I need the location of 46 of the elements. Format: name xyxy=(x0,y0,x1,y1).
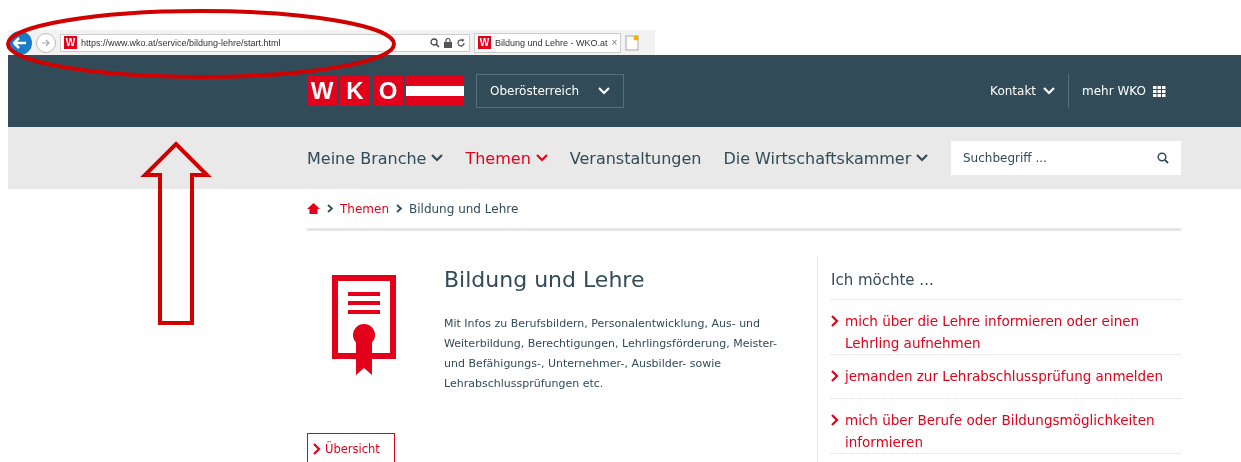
sidebar-link[interactable]: mich über die Lehre informieren oder einen Lehrling aufnehmen xyxy=(845,310,1181,354)
breadcrumb-item[interactable]: Themen xyxy=(340,201,389,216)
favicon: W xyxy=(478,36,491,49)
chevron-down-icon xyxy=(1043,87,1056,95)
tab-title: Bildung und Lehre - WKO.at xyxy=(495,37,608,48)
chevron-down-icon xyxy=(431,154,444,162)
chevron-right-icon xyxy=(831,315,839,327)
page-title: Bildung und Lehre xyxy=(444,267,646,292)
sidebar-link[interactable]: mich über Berufe oder Bildungsmöglichkeiten informieren xyxy=(845,409,1181,453)
url-text: https://www.wko.at/service/bildung-lehre/start.html xyxy=(81,37,282,48)
lock-icon xyxy=(444,37,452,48)
search-icon[interactable] xyxy=(1157,152,1169,164)
chevron-right-icon xyxy=(831,370,839,382)
address-bar[interactable]: W https://www.wko.at/service/bildung-lehre/start.html xyxy=(60,33,470,52)
page-description: Mit Infos zu Berufsbildern, Personalentwicklung, Aus- und Weiterbildung, Berechtigungen, Lehrlingsförderung, Meister- und Befähigungs-, Unternehmer-, Ausbilder- sowie Lehrabschlussprüfungen etc. xyxy=(444,316,779,392)
certificate-icon xyxy=(332,275,396,377)
home-icon[interactable] xyxy=(307,203,320,214)
header-link[interactable]: Kontakt xyxy=(977,74,1069,108)
nav-item[interactable]: Die Wirtschaftskammer xyxy=(723,148,929,168)
chevron-down-icon xyxy=(916,154,929,162)
chevron-down-icon xyxy=(598,87,610,95)
favicon: W xyxy=(64,36,77,49)
search-field[interactable]: Suchbegriff ... xyxy=(951,141,1181,175)
refresh-icon[interactable] xyxy=(456,37,466,48)
region-dropdown[interactable]: Oberösterreich xyxy=(476,74,624,108)
grid-icon xyxy=(1153,85,1166,97)
overview-button[interactable]: Übersicht xyxy=(307,433,395,462)
browser-tab[interactable]: W Bildung und Lehre - WKO.at × xyxy=(474,32,622,53)
sidebar-heading: Ich möchte ... xyxy=(831,271,1181,300)
breadcrumb-item: Bildung und Lehre xyxy=(409,201,519,216)
header-link[interactable]: mehr WKO xyxy=(1069,74,1179,108)
chevron-right-icon xyxy=(313,443,321,455)
search-placeholder: Suchbegriff ... xyxy=(963,151,1047,165)
tab-close-button[interactable]: × xyxy=(611,37,618,48)
nav-item[interactable]: Veranstaltungen xyxy=(569,148,702,168)
search-icon[interactable] xyxy=(430,37,440,48)
wko-logo[interactable]: W K O xyxy=(307,76,464,106)
chevron-right-icon xyxy=(396,204,402,213)
chevron-right-icon xyxy=(327,204,333,213)
nav-item[interactable]: Themen xyxy=(465,148,548,168)
sidebar-link[interactable]: jemanden zur Lehrabschlussprüfung anmelden xyxy=(845,365,1164,398)
nav-item[interactable]: Meine Branche xyxy=(307,148,444,168)
chevron-right-icon xyxy=(831,414,839,426)
chevron-down-icon xyxy=(535,154,548,162)
arrow-right-icon xyxy=(41,38,51,47)
arrow-left-icon xyxy=(13,36,27,49)
